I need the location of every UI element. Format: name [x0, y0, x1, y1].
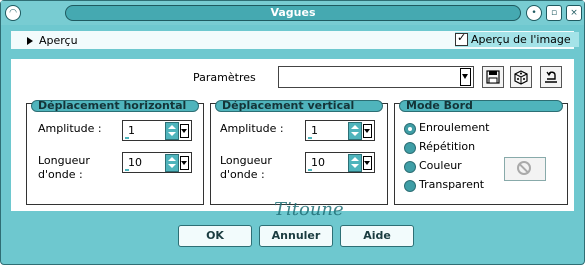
- floppy-icon: [486, 70, 500, 84]
- edge-group-title: Mode Bord: [399, 100, 563, 112]
- horizontal-displacement-group: Déplacement horizontal Amplitude : 1 Lon…: [26, 100, 204, 205]
- dropdown-arrow-icon[interactable]: [363, 124, 372, 138]
- h-amplitude-label: Amplitude :: [38, 122, 102, 135]
- help-button[interactable]: Aide: [340, 225, 414, 247]
- dice-icon: [514, 70, 528, 85]
- edge-mode-group: Mode Bord Enroulement Répétition Couleur…: [394, 100, 568, 205]
- window-title: Vagues: [65, 5, 521, 21]
- dropdown-arrow-icon[interactable]: [180, 156, 189, 170]
- dropdown-arrow-icon[interactable]: [363, 156, 372, 170]
- restore-icon[interactable]: ▫: [546, 5, 562, 21]
- v-wavelength-value: 10: [311, 156, 325, 169]
- reset-preset-button[interactable]: [540, 66, 562, 88]
- check-icon: ✓: [457, 31, 467, 44]
- dropdown-arrow-icon[interactable]: [180, 124, 189, 138]
- reset-icon: [545, 71, 557, 83]
- parameters-panel: Paramètres Déplacement horizontal Amplit…: [11, 59, 574, 211]
- horizontal-group-title: Déplacement horizontal: [31, 100, 199, 112]
- close-icon[interactable]: ×: [566, 5, 582, 21]
- image-preview-toggle[interactable]: ✓ Aperçu de l'image: [455, 31, 579, 47]
- v-wavelength-label: Longueur d'onde :: [220, 154, 272, 181]
- vertical-group-title: Déplacement vertical: [215, 100, 383, 112]
- dialog-icon: ◠: [5, 5, 21, 21]
- preview-label: Aperçu: [39, 34, 78, 47]
- h-wavelength-spinner[interactable]: 10: [122, 152, 192, 173]
- parameters-combo[interactable]: [278, 66, 474, 88]
- radio-wrap-label[interactable]: Enroulement: [419, 121, 490, 135]
- h-amplitude-value: 1: [128, 124, 135, 137]
- vertical-displacement-group: Déplacement vertical Amplitude : 1 Longu…: [210, 100, 388, 205]
- h-wavelength-value: 10: [128, 156, 142, 169]
- disabled-icon: [517, 161, 531, 175]
- spin-arrows-icon[interactable]: [165, 122, 179, 140]
- spin-arrows-icon[interactable]: [348, 122, 362, 140]
- title-bar[interactable]: ◠ Vagues • ▫ ×: [1, 1, 584, 25]
- v-amplitude-label: Amplitude :: [220, 122, 284, 135]
- radio-color-label[interactable]: Couleur: [419, 159, 462, 173]
- ok-button[interactable]: OK: [178, 225, 252, 247]
- image-preview-checkbox[interactable]: ✓: [455, 31, 468, 46]
- image-preview-label: Aperçu de l'image: [471, 33, 571, 46]
- radio-transparent[interactable]: [404, 180, 416, 192]
- v-amplitude-value: 1: [311, 124, 318, 137]
- dialog-window: ◠ Vagues • ▫ × Aperçu ✓ Aperçu de l'imag…: [0, 0, 585, 265]
- spin-arrows-icon[interactable]: [348, 154, 362, 172]
- v-amplitude-spinner[interactable]: 1: [305, 120, 375, 141]
- radio-repeat-label[interactable]: Répétition: [419, 140, 475, 154]
- v-wavelength-spinner[interactable]: 10: [305, 152, 375, 173]
- expand-triangle-icon[interactable]: [27, 37, 33, 45]
- h-wavelength-label: Longueur d'onde :: [38, 154, 90, 181]
- spin-arrows-icon[interactable]: [165, 154, 179, 172]
- color-swatch[interactable]: [504, 157, 546, 181]
- help-icon[interactable]: •: [526, 5, 542, 21]
- radio-color[interactable]: [404, 161, 416, 173]
- random-preset-button[interactable]: [510, 66, 532, 88]
- radio-repeat[interactable]: [404, 142, 416, 154]
- radio-transparent-label[interactable]: Transparent: [419, 178, 484, 192]
- signature-watermark: Titoune: [274, 199, 344, 220]
- combo-dropdown-arrow-icon[interactable]: [460, 68, 471, 86]
- save-preset-button[interactable]: [482, 66, 504, 88]
- preview-row[interactable]: Aperçu ✓ Aperçu de l'image: [11, 31, 579, 49]
- parameters-label: Paramètres: [193, 71, 256, 84]
- cancel-button[interactable]: Annuler: [259, 225, 333, 247]
- h-amplitude-spinner[interactable]: 1: [122, 120, 192, 141]
- radio-wrap[interactable]: [404, 123, 416, 135]
